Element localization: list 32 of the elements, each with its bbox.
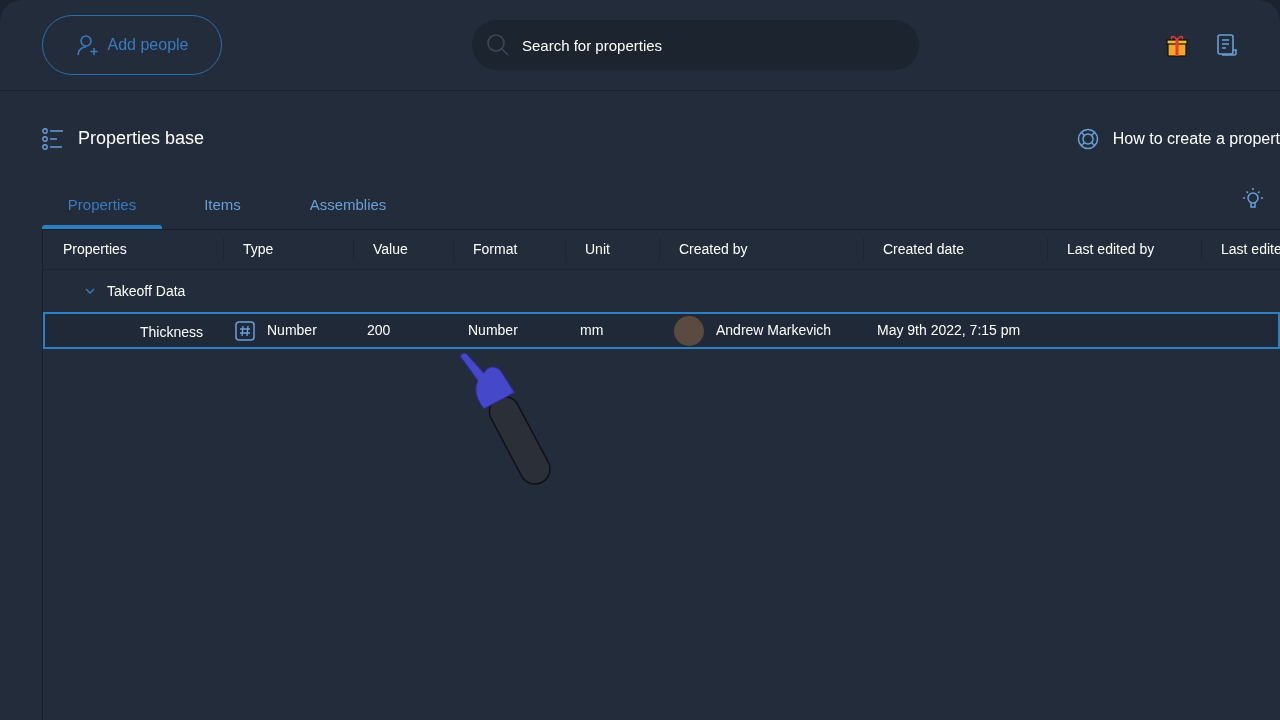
gift-icon[interactable] <box>1166 33 1188 57</box>
help-link[interactable]: How to create a propert <box>1112 127 1280 151</box>
table-cell-text: Number <box>267 321 317 340</box>
table-cell-text: 200 <box>367 321 391 340</box>
tab[interactable]: Items <box>162 187 283 229</box>
lightbulb-icon <box>1242 187 1264 211</box>
person-add-icon <box>75 33 100 57</box>
table-cell-text: mm <box>580 321 604 340</box>
table-cell-text: Andrew Markevich <box>716 321 832 340</box>
column-header: Properties <box>43 230 223 270</box>
column-header: Unit <box>565 230 659 270</box>
table-cell-text: Thickness <box>140 323 204 342</box>
page-title: Properties base <box>78 128 205 150</box>
tab[interactable]: Assemblies <box>283 187 413 229</box>
table-row[interactable]: Thickness Number 200 Number mm Andrew Markevich May 9th 2022, 7:15 pm <box>43 312 1280 349</box>
table-cell-text: Number <box>468 321 518 340</box>
column-header: Last edited by <box>1047 230 1201 270</box>
column-header: Format <box>453 230 565 270</box>
search-field[interactable]: Search for properties <box>472 20 919 70</box>
hash-icon <box>235 320 255 341</box>
avatar <box>674 315 704 346</box>
column-header: Value <box>353 230 453 270</box>
group-name: Takeoff Data <box>107 281 186 301</box>
lifebuoy-icon <box>1076 128 1099 150</box>
tab[interactable]: Properties <box>42 187 162 229</box>
chevron-down-icon[interactable] <box>85 286 95 296</box>
document-icon[interactable] <box>1216 33 1238 57</box>
list-icon <box>42 128 64 150</box>
column-header: Created by <box>659 230 863 270</box>
table-cell-text: May 9th 2022, 7:15 pm <box>877 321 1021 340</box>
column-header: Created date <box>863 230 1047 270</box>
column-header: Type <box>223 230 353 270</box>
